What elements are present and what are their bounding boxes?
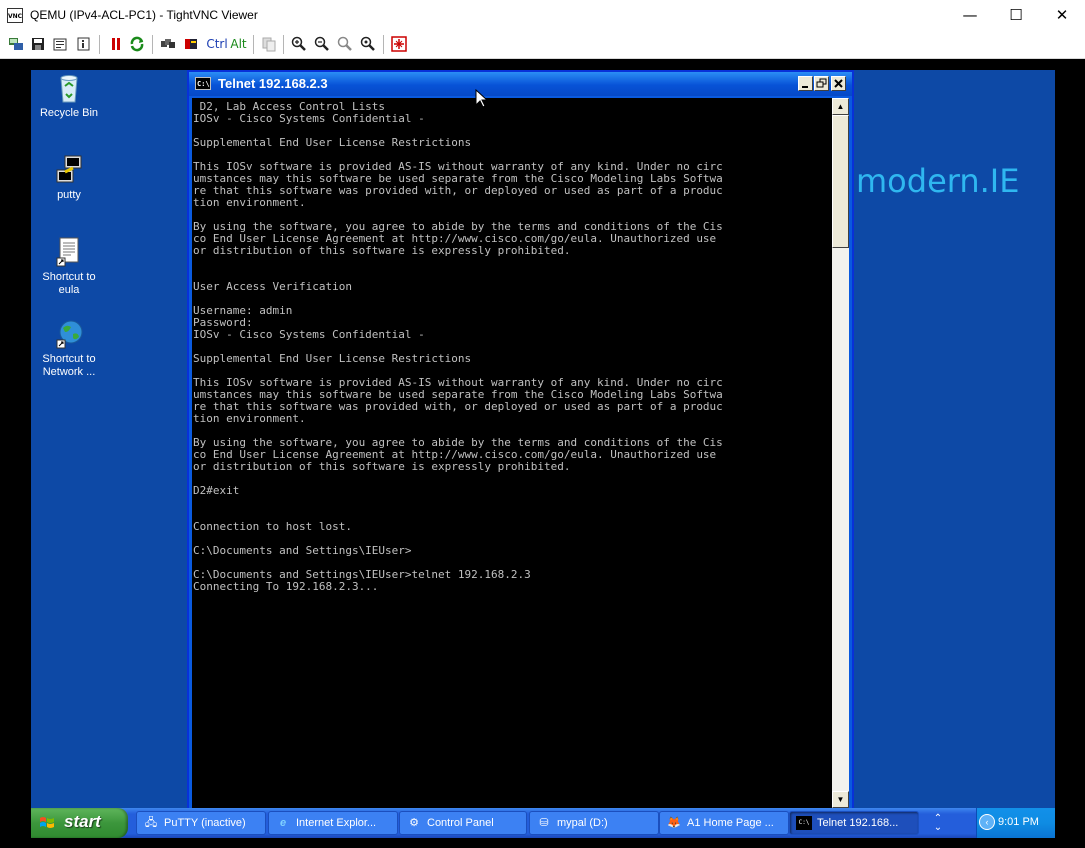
control-panel-icon: ⚙ — [409, 817, 419, 829]
scroll-thumb[interactable] — [832, 115, 849, 248]
telnet-restore-button[interactable] — [814, 76, 829, 91]
console-output-area[interactable]: D2, Lab Access Control Lists IOSv - Cisc… — [192, 98, 832, 808]
taskbar-button-label: PuTTY (inactive) — [164, 817, 246, 829]
fullscreen-icon[interactable] — [391, 36, 407, 53]
desktop-icon-label: Recycle Bin — [39, 107, 99, 119]
refresh-icon[interactable] — [129, 36, 145, 53]
transfer-icon[interactable] — [261, 36, 277, 53]
putty-icon — [53, 154, 85, 186]
zoom-auto-icon[interactable] — [360, 36, 376, 53]
maximize-button[interactable]: ☐ — [993, 0, 1039, 31]
save-icon[interactable] — [30, 36, 46, 53]
desktop-icon-label: putty — [57, 189, 81, 201]
telnet-window[interactable]: C:\ Telnet 192.168.2.3 D2, Lab Access Co… — [187, 70, 854, 812]
desktop-icon-label: Shortcut to Network ... — [42, 353, 96, 378]
windows-flag-icon — [40, 817, 54, 828]
taskbar-button[interactable]: 🖧 PuTTY (inactive) — [136, 811, 266, 835]
taskbar-button-label: Internet Explor... — [296, 817, 377, 829]
drive-icon: ⛁ — [539, 817, 549, 829]
taskbar-button-label: Control Panel — [427, 817, 494, 829]
browser-icon: 🦊 — [667, 817, 681, 829]
tray-clock[interactable]: 9:01 PM — [998, 816, 1039, 828]
ctrl-alt-del-icon[interactable] — [160, 36, 176, 53]
ctrl-esc-icon[interactable] — [183, 36, 199, 53]
zoom-100-icon[interactable] — [337, 36, 353, 53]
start-button[interactable]: start — [31, 808, 128, 838]
taskbar-button[interactable]: 🦊 A1 Home Page ... — [659, 811, 789, 835]
console-text: D2, Lab Access Control Lists IOSv - Cisc… — [193, 100, 723, 593]
telnet-minimize-button[interactable] — [798, 76, 813, 91]
telnet-window-title: Telnet 192.168.2.3 — [218, 76, 328, 91]
start-label: start — [64, 812, 101, 831]
ctrl-key-toggle[interactable]: Ctrl — [206, 36, 228, 53]
network-globe-icon — [53, 318, 85, 350]
ie-icon: e — [279, 817, 287, 829]
taskbar-button[interactable]: C:\ Telnet 192.168... — [789, 811, 919, 835]
taskbar-button-label: Telnet 192.168... — [817, 817, 899, 829]
zoom-out-icon[interactable] — [314, 36, 330, 53]
quick-launch-chevron-icon[interactable]: ⌃ ⌄ — [931, 814, 945, 833]
info-icon[interactable] — [75, 36, 91, 53]
desktop-icon-eula[interactable]: Shortcut to eula — [31, 236, 107, 297]
mouse-cursor-icon — [475, 89, 487, 108]
taskbar-button[interactable]: ⚙ Control Panel — [399, 811, 527, 835]
vnc-app-icon[interactable]: VNC — [7, 8, 23, 23]
wallpaper-logo-text: modern.IE — [856, 162, 1020, 200]
pause-icon[interactable] — [108, 36, 124, 53]
document-shortcut-icon — [53, 236, 85, 268]
scroll-down-arrow-icon[interactable]: ▼ — [832, 791, 849, 808]
taskbar-button-label: A1 Home Page ... — [687, 817, 774, 829]
taskbar: start 🖧 PuTTY (inactive) e Internet Explor.… — [31, 808, 1055, 838]
desktop-icon-recycle-bin[interactable]: Recycle Bin — [31, 72, 107, 120]
system-tray: ‹ 9:01 PM — [976, 808, 1055, 838]
putty-icon: 🖧 — [144, 817, 158, 829]
taskbar-button[interactable]: ⛁ mypal (D:) — [529, 811, 659, 835]
alt-key-toggle[interactable]: Alt — [230, 36, 247, 53]
desktop-icon-label: Shortcut to eula — [42, 271, 96, 296]
telnet-close-button[interactable] — [831, 76, 846, 91]
options-icon[interactable] — [52, 36, 68, 53]
recycle-bin-icon — [53, 72, 85, 104]
tray-expand-icon[interactable]: ‹ — [979, 814, 995, 830]
cmd-icon[interactable]: C:\ — [195, 77, 211, 90]
cmd-icon: C:\ — [796, 816, 812, 830]
viewer-titlebar: VNC QEMU (IPv4-ACL-PC1) - TightVNC Viewe… — [0, 0, 1085, 31]
close-button[interactable]: ✕ — [1039, 0, 1085, 31]
viewer-title: QEMU (IPv4-ACL-PC1) - TightVNC Viewer — [30, 8, 258, 22]
new-connection-icon[interactable] — [8, 36, 24, 53]
zoom-in-icon[interactable] — [291, 36, 307, 53]
xp-desktop[interactable]: Recycle Bin putty Shortcut to eula Short… — [31, 70, 1055, 838]
viewer-toolbar: Ctrl Alt — [0, 31, 1085, 59]
taskbar-button[interactable]: e Internet Explor... — [268, 811, 398, 835]
minimize-button[interactable]: — — [947, 0, 993, 31]
telnet-titlebar[interactable]: C:\ Telnet 192.168.2.3 — [189, 72, 852, 96]
desktop-icon-putty[interactable]: putty — [31, 154, 107, 202]
desktop-icon-network[interactable]: Shortcut to Network ... — [31, 318, 107, 379]
scroll-up-arrow-icon[interactable]: ▲ — [832, 98, 849, 115]
taskbar-button-label: mypal (D:) — [557, 817, 608, 829]
console-vertical-scrollbar[interactable]: ▲ ▼ — [832, 98, 849, 808]
